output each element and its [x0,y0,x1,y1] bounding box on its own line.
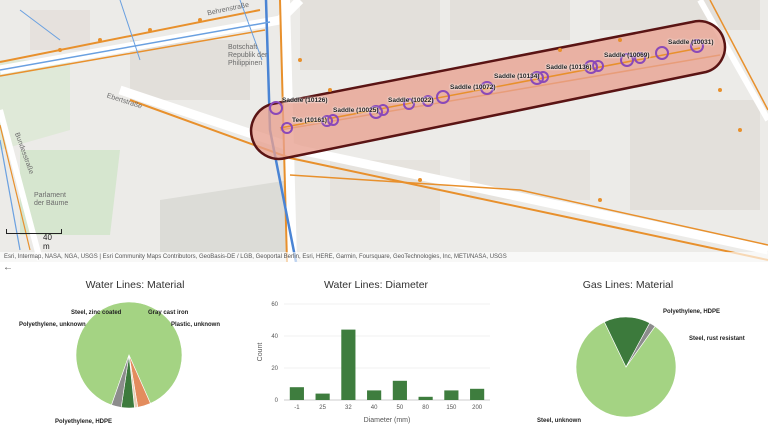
x-tick-label: 50 [397,405,404,411]
water-material-title: Water Lines: Material [85,279,185,291]
feature-label-saddle-10126[interactable]: Saddle (10126) [282,97,328,104]
bar-80[interactable] [418,396,433,400]
bar-200[interactable] [470,388,485,400]
pie-label-gas-polyethylene-hdpe: Polyethylene, HDPE [663,309,721,315]
gas-material-title: Gas Lines: Material [582,279,674,291]
park-label: Parlament der Bäume [34,192,69,207]
y-axis-title: Count [257,343,264,362]
feature-label-saddle-10072[interactable]: Saddle (10072) [450,84,496,91]
water-material-pie[interactable] [74,300,184,410]
x-tick-label: 40 [371,405,378,411]
feature-label-saddle-10136[interactable]: Saddle (10136) [546,64,592,71]
feature-label-tee-10161[interactable]: Tee (10161) [292,117,327,124]
scale-label: 40 m [43,233,52,251]
map-view[interactable]: Behrenstraße Ebertstraße Botschaft Repub… [0,0,768,262]
pie-label-gas-steel-unknown: Steel, unknown [537,418,582,424]
pie-label-polyethylene-hdpe: Polyethylene, HDPE [55,419,113,425]
feature-label-saddle-10069[interactable]: Saddle (10069) [604,52,650,59]
bar--1[interactable] [289,387,304,400]
bar-40[interactable] [367,390,382,400]
basemap [0,0,768,262]
pie-label-polyethylene-unknown: Polyethylene, unknown [19,322,86,328]
pie-label-gas-steel-rust-resistant: Steel, rust resistant [689,336,745,342]
y-tick-label: 0 [275,398,279,404]
water-diameter-title: Water Lines: Diameter [323,279,429,291]
pie-label-steel-zinc: Steel, zinc coated [71,310,122,316]
bar-25[interactable] [315,393,330,400]
feature-label-saddle-10025[interactable]: Saddle (10025) [333,107,379,114]
x-tick-label: 80 [422,405,429,411]
gas-material-pie[interactable] [574,315,678,419]
x-tick-label: 25 [319,405,326,411]
y-tick-label: 40 [271,334,278,340]
bar-150[interactable] [444,390,459,400]
bar-32[interactable] [341,329,356,400]
feature-label-saddle-10031[interactable]: Saddle (10031) [668,39,714,46]
feature-label-saddle-10134[interactable]: Saddle (10134) [494,73,540,80]
x-axis-title: Diameter (mm) [364,417,411,424]
x-tick-label: 150 [446,405,457,411]
bar-50[interactable] [392,380,407,400]
back-arrow-icon[interactable]: ← [3,262,13,273]
pie-label-plastic-unknown: Plastic, unknown [171,322,221,328]
scale-bar: 40 m [6,229,62,251]
embassy-label: Botschaft Republik der Philippinen [228,44,268,67]
water-diameter-bar-chart[interactable]: 0 20 40 60 -1 25 32 40 50 80 150 200 Diameter (mm) Co… [250,292,500,432]
x-tick-label: 32 [345,405,352,411]
y-tick-label: 20 [271,366,278,372]
y-tick-label: 60 [271,302,278,308]
map-attribution[interactable]: Esri, Intermap, NASA, NGA, USGS | Esri C… [0,252,768,262]
x-tick-label: -1 [294,405,300,411]
x-tick-label: 200 [472,405,483,411]
pie-label-gray-cast-iron: Gray cast iron [148,310,189,316]
feature-label-saddle-10022[interactable]: Saddle (10022) [388,97,434,104]
